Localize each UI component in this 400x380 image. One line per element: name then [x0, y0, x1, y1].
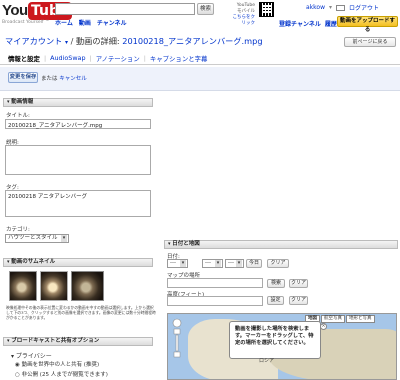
user-links: akkow ▾ ログアウト — [306, 3, 379, 12]
my-account-link[interactable]: マイアカウント — [5, 36, 62, 46]
privacy-label-text: プライバシー — [15, 353, 52, 360]
title-field[interactable]: 20100218_アニタアレンバーグ.mpg — [5, 119, 151, 129]
map-location-field[interactable] — [167, 278, 263, 288]
altitude-set-button[interactable]: 設定 — [267, 296, 284, 305]
history-link[interactable]: 履歴 — [325, 19, 337, 28]
page-section: 動画の詳細: — [75, 36, 120, 46]
username-dropdown-icon[interactable]: ▾ — [329, 4, 332, 11]
nav-channels[interactable]: チャンネル — [97, 18, 127, 27]
description-field[interactable] — [5, 145, 151, 175]
save-or-cancel: または キャンセル — [41, 74, 87, 82]
privacy-public-option[interactable]: ◉ 動画を世界中の人と共有 (推奨) — [15, 360, 99, 368]
thumbnail-header[interactable]: 動画のサムネイル — [3, 258, 153, 267]
back-button[interactable]: 前ページに戻る — [344, 37, 396, 47]
subscriptions-link[interactable]: 登録チャンネル — [279, 19, 321, 28]
date-day-select[interactable]: --- — [225, 259, 244, 268]
privacy-private-option[interactable]: ○ 非公開 (25 人までが閲覧できます) — [15, 370, 108, 378]
cancel-link[interactable]: キャンセル — [59, 76, 87, 82]
mobile-promo[interactable]: YouTube モバイル こちらをクリック — [231, 3, 256, 27]
video-filename[interactable]: 20100218_アニタアレンバーグ.mpg — [122, 36, 262, 46]
map-zoom-control[interactable] — [171, 318, 183, 358]
video-info-header[interactable]: 動画情報 — [3, 98, 153, 107]
tags-field[interactable]: 20100218 アニタアレンバーグ — [5, 190, 151, 217]
username-link[interactable]: akkow — [306, 4, 325, 11]
date-map-header[interactable]: 日付と地図 — [164, 240, 398, 249]
date-year-select[interactable]: --- — [167, 259, 188, 268]
category-label: カテゴリ: — [6, 227, 30, 233]
privacy-public-label: 動画を世界中の人と共有 (推奨) — [21, 362, 100, 368]
title-label: タイトル: — [6, 113, 30, 119]
altitude-field[interactable] — [167, 296, 263, 306]
altitude-clear-button[interactable]: クリア — [289, 296, 308, 305]
map-info-popup: 動画を撮影した場所を検索します。マーカーをドラッグして、特定の場所を選択してくだ… — [229, 321, 321, 359]
tab-audioswap[interactable]: AudioSwap — [46, 54, 89, 62]
nav-home[interactable]: ホーム — [55, 18, 73, 27]
qr-code-icon — [259, 2, 274, 17]
today-button[interactable]: 今日 — [246, 259, 262, 268]
tab-captions[interactable]: キャプションと字幕 — [146, 54, 212, 63]
map-type-hybrid[interactable]: 地形と写真 — [346, 315, 375, 323]
tab-info-settings[interactable]: 情報と設定 — [4, 54, 44, 63]
map-place-label: ロシア — [259, 358, 275, 364]
privacy-label: ▾ プライバシー — [11, 353, 52, 360]
mail-icon[interactable] — [336, 4, 346, 11]
tab-annotations[interactable]: アノテーション — [92, 54, 144, 63]
thumbnail-option-3[interactable] — [71, 271, 104, 301]
thumbnail-option-2[interactable] — [40, 271, 68, 301]
logo-tagline: Broadcast Yourself ™ — [2, 20, 50, 25]
main-nav: ホーム 動画 チャンネル — [55, 18, 127, 27]
nav-videos[interactable]: 動画 — [79, 18, 91, 27]
broadcast-header[interactable]: ブロードキャストと共有オプション — [3, 337, 153, 346]
search-input[interactable] — [55, 3, 195, 15]
category-select[interactable]: ハウツーとスタイル — [5, 234, 69, 243]
logout-link[interactable]: ログアウト — [349, 3, 379, 12]
breadcrumb: マイアカウント ▾ / 動画の詳細: 20100218_アニタアレンバーグ.mp… — [5, 35, 263, 47]
edit-tabs: 情報と設定 | AudioSwap | アノテーション | キャプションと字幕 — [0, 52, 400, 65]
save-changes-button[interactable]: 変更を保存 — [8, 72, 38, 83]
upload-button[interactable]: 動画をアップロードする — [337, 16, 398, 33]
account-dropdown-icon[interactable]: ▾ — [65, 39, 68, 46]
thumbnail-note: 映像処理中その後の表示位置に変わるかの動画を中すの動画は選択します。上から選択し… — [6, 305, 156, 320]
mobile-promo-link[interactable]: こちらをクリック — [231, 15, 256, 27]
close-icon[interactable]: × — [320, 323, 327, 330]
date-month-select[interactable]: --- — [202, 259, 223, 268]
breadcrumb-separator: / — [70, 36, 74, 46]
map-search-button[interactable]: 検索 — [267, 279, 285, 288]
mobile-promo-title: YouTube モバイル — [236, 3, 255, 14]
sub-nav: 登録チャンネル 履歴 — [279, 19, 337, 28]
date-clear-button[interactable]: クリア — [267, 259, 289, 268]
youtube-logo[interactable]: You Tube Broadcast Yourself ™ — [2, 2, 72, 25]
map-clear-button[interactable]: クリア — [289, 279, 308, 288]
search-button[interactable]: 検索 — [197, 3, 214, 15]
logo-you: You — [2, 2, 28, 19]
privacy-private-label: 非公開 (25 人までが閲覧できます) — [21, 372, 108, 378]
map-type-satellite[interactable]: 航空写真 — [321, 315, 345, 323]
or-text: または — [41, 76, 58, 82]
thumbnail-option-1[interactable] — [9, 271, 37, 301]
